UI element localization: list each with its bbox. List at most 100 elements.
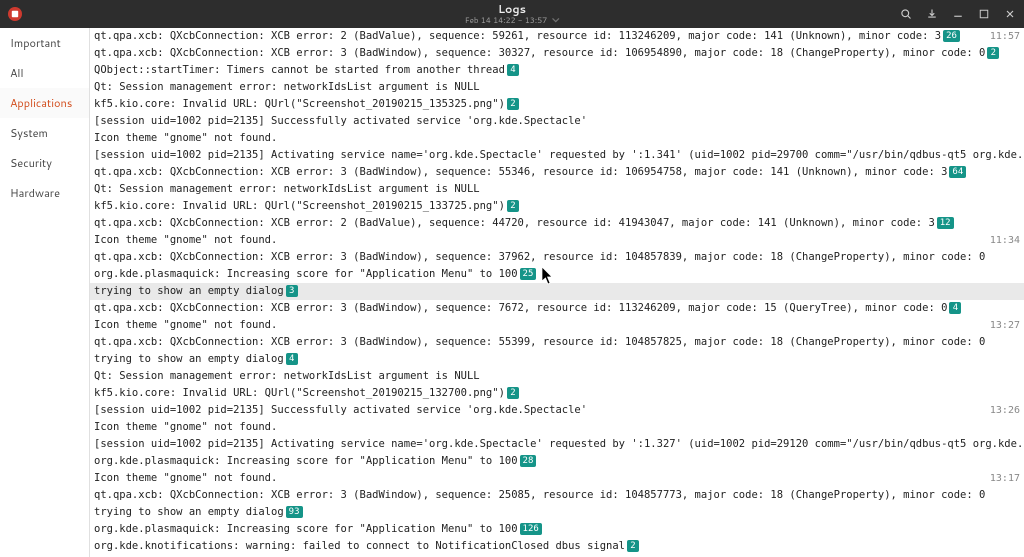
log-text: [session uid=1002 pid=2135] Activating s… bbox=[94, 438, 1024, 450]
log-line[interactable]: kf5.kio.core: Invalid URL: QUrl("Screens… bbox=[90, 385, 1024, 402]
minimize-icon[interactable] bbox=[952, 8, 964, 20]
log-line[interactable]: qt.qpa.xcb: QXcbConnection: XCB error: 3… bbox=[90, 45, 1024, 62]
log-text: kf5.kio.core: Invalid URL: QUrl("Screens… bbox=[94, 200, 505, 212]
log-line[interactable]: [session uid=1002 pid=2135] Activating s… bbox=[90, 436, 1024, 453]
log-text: [session uid=1002 pid=2135] Activating s… bbox=[94, 149, 1024, 161]
log-text: trying to show an empty dialog bbox=[94, 353, 284, 365]
log-line[interactable]: Icon theme "gnome" not found. bbox=[90, 419, 1024, 436]
log-text: qt.qpa.xcb: QXcbConnection: XCB error: 3… bbox=[94, 489, 985, 501]
time-label: 11:34 bbox=[990, 233, 1020, 248]
log-text: org.kde.plasmaquick: Increasing score fo… bbox=[94, 523, 518, 535]
log-line[interactable]: Icon theme "gnome" not found. 13:27 bbox=[90, 317, 1024, 334]
log-line[interactable]: qt.qpa.xcb: QXcbConnection: XCB error: 3… bbox=[90, 300, 1024, 317]
log-line[interactable]: kf5.kio.core: Invalid URL: QUrl("Screens… bbox=[90, 198, 1024, 215]
count-badge: 4 bbox=[507, 64, 519, 76]
count-badge: 2 bbox=[627, 540, 639, 552]
log-line[interactable]: qt.qpa.xcb: QXcbConnection: XCB error: 3… bbox=[90, 249, 1024, 266]
log-line[interactable]: qt.qpa.xcb: QXcbConnection: XCB error: 3… bbox=[90, 487, 1024, 504]
log-line[interactable]: [session uid=1002 pid=2135] Activating s… bbox=[90, 147, 1024, 164]
log-line[interactable]: Icon theme "gnome" not found. 11:34 bbox=[90, 232, 1024, 249]
log-text: trying to show an empty dialog bbox=[94, 506, 284, 518]
search-icon[interactable] bbox=[900, 8, 912, 20]
log-line[interactable]: qt.qpa.xcb: QXcbConnection: XCB error: 2… bbox=[90, 215, 1024, 232]
log-text: org.kde.plasmaquick: Increasing score fo… bbox=[94, 455, 518, 467]
log-line[interactable]: qt.qpa.xcb: QXcbConnection: XCB error: 3… bbox=[90, 164, 1024, 181]
log-text: qt.qpa.xcb: QXcbConnection: XCB error: 3… bbox=[94, 47, 985, 59]
sidebar-item-all[interactable]: All bbox=[0, 58, 89, 88]
count-badge: 64 bbox=[949, 166, 966, 178]
sidebar-item-applications[interactable]: Applications bbox=[0, 88, 89, 118]
sidebar-item-hardware[interactable]: Hardware bbox=[0, 178, 89, 208]
header-center[interactable]: Logs Feb 14 14:22 - 13:57 bbox=[465, 0, 560, 28]
log-line[interactable]: trying to show an empty dialog3 bbox=[90, 283, 1024, 300]
count-badge: 4 bbox=[286, 353, 298, 365]
log-text: org.kde.plasmaquick: Increasing score fo… bbox=[94, 268, 518, 280]
count-badge: 4 bbox=[949, 302, 961, 314]
log-line[interactable]: trying to show an empty dialog4 bbox=[90, 351, 1024, 368]
log-line[interactable]: trying to show an empty dialog93 bbox=[90, 504, 1024, 521]
log-text: Icon theme "gnome" not found. bbox=[94, 319, 277, 331]
sidebar-item-system[interactable]: System bbox=[0, 118, 89, 148]
log-line[interactable]: org.kde.plasmaquick: Increasing score fo… bbox=[90, 453, 1024, 470]
time-label: 13:27 bbox=[990, 318, 1020, 333]
chevron-down-icon bbox=[551, 16, 559, 24]
log-line[interactable]: Icon theme "gnome" not found. 13:17 bbox=[90, 470, 1024, 487]
log-text: qt.qpa.xcb: QXcbConnection: XCB error: 2… bbox=[94, 217, 935, 229]
log-line[interactable]: kf5.kio.core: Invalid URL: QUrl("Screens… bbox=[90, 96, 1024, 113]
log-text: trying to show an empty dialog bbox=[94, 285, 284, 297]
count-badge: 2 bbox=[507, 387, 519, 399]
log-content[interactable]: qt.qpa.xcb: QXcbConnection: XCB error: 2… bbox=[90, 28, 1024, 557]
sidebar-item-security[interactable]: Security bbox=[0, 148, 89, 178]
time-label: 11:57 bbox=[990, 29, 1020, 44]
export-icon[interactable] bbox=[926, 8, 938, 20]
log-text: kf5.kio.core: Invalid URL: QUrl("Screens… bbox=[94, 387, 505, 399]
log-text: qt.qpa.xcb: QXcbConnection: XCB error: 3… bbox=[94, 302, 947, 314]
log-line[interactable]: org.kde.knotifications: warning: failed … bbox=[90, 538, 1024, 555]
time-range: Feb 14 14:22 - 13:57 bbox=[465, 16, 560, 24]
log-line[interactable]: [session uid=1002 pid=2135] Successfully… bbox=[90, 113, 1024, 130]
log-text: Qt: Session management error: networkIds… bbox=[94, 370, 480, 382]
log-text: Icon theme "gnome" not found. bbox=[94, 234, 277, 246]
log-line[interactable]: qt.qpa.xcb: QXcbConnection: XCB error: 3… bbox=[90, 334, 1024, 351]
count-badge: 126 bbox=[520, 523, 542, 535]
log-text: kf5.kio.core: Invalid URL: QUrl("Screens… bbox=[94, 98, 505, 110]
log-text: [session uid=1002 pid=2135] Successfully… bbox=[94, 404, 587, 416]
count-badge: 2 bbox=[507, 98, 519, 110]
header-right bbox=[900, 8, 1016, 20]
log-line[interactable]: Qt: Session management error: networkIds… bbox=[90, 181, 1024, 198]
header-left bbox=[8, 7, 22, 21]
log-line[interactable]: QObject::startTimer: Timers cannot be st… bbox=[90, 62, 1024, 79]
log-line[interactable]: org.kde.plasmaquick: Increasing score fo… bbox=[90, 521, 1024, 538]
log-line[interactable]: Icon theme "gnome" not found. bbox=[90, 130, 1024, 147]
log-text: [session uid=1002 pid=2135] Successfully… bbox=[94, 115, 587, 127]
main-body: ImportantAllApplicationsSystemSecurityHa… bbox=[0, 28, 1024, 557]
log-text: org.kde.knotifications: warning: failed … bbox=[94, 540, 625, 552]
count-badge: 3 bbox=[286, 285, 298, 297]
stop-record-button[interactable] bbox=[8, 7, 22, 21]
count-badge: 2 bbox=[507, 200, 519, 212]
count-badge: 28 bbox=[520, 455, 537, 467]
log-line[interactable]: org.kde.plasmaquick: Increasing score fo… bbox=[90, 266, 1024, 283]
log-text: qt.qpa.xcb: QXcbConnection: XCB error: 3… bbox=[94, 251, 985, 263]
log-text: Qt: Session management error: networkIds… bbox=[94, 183, 480, 195]
log-text: Icon theme "gnome" not found. bbox=[94, 132, 277, 144]
time-label: 13:17 bbox=[990, 471, 1020, 486]
time-range-text: Feb 14 14:22 - 13:57 bbox=[465, 16, 548, 24]
log-text: QObject::startTimer: Timers cannot be st… bbox=[94, 64, 505, 76]
header-bar: Logs Feb 14 14:22 - 13:57 bbox=[0, 0, 1024, 28]
log-line[interactable]: qt.qpa.xcb: QXcbConnection: XCB error: 2… bbox=[90, 28, 1024, 45]
log-text: Qt: Session management error: networkIds… bbox=[94, 81, 480, 93]
log-line[interactable]: Qt: Session management error: networkIds… bbox=[90, 79, 1024, 96]
log-line[interactable]: Qt: Session management error: networkIds… bbox=[90, 368, 1024, 385]
count-badge: 26 bbox=[943, 30, 960, 42]
log-line[interactable]: [session uid=1002 pid=2135] Successfully… bbox=[90, 402, 1024, 419]
log-text: qt.qpa.xcb: QXcbConnection: XCB error: 3… bbox=[94, 336, 985, 348]
sidebar-item-important[interactable]: Important bbox=[0, 28, 89, 58]
log-text: Icon theme "gnome" not found. bbox=[94, 421, 277, 433]
log-text: Icon theme "gnome" not found. bbox=[94, 472, 277, 484]
count-badge: 2 bbox=[987, 47, 999, 59]
maximize-icon[interactable] bbox=[978, 8, 990, 20]
log-text: qt.qpa.xcb: QXcbConnection: XCB error: 3… bbox=[94, 166, 947, 178]
log-text: qt.qpa.xcb: QXcbConnection: XCB error: 2… bbox=[94, 30, 941, 42]
close-icon[interactable] bbox=[1004, 8, 1016, 20]
